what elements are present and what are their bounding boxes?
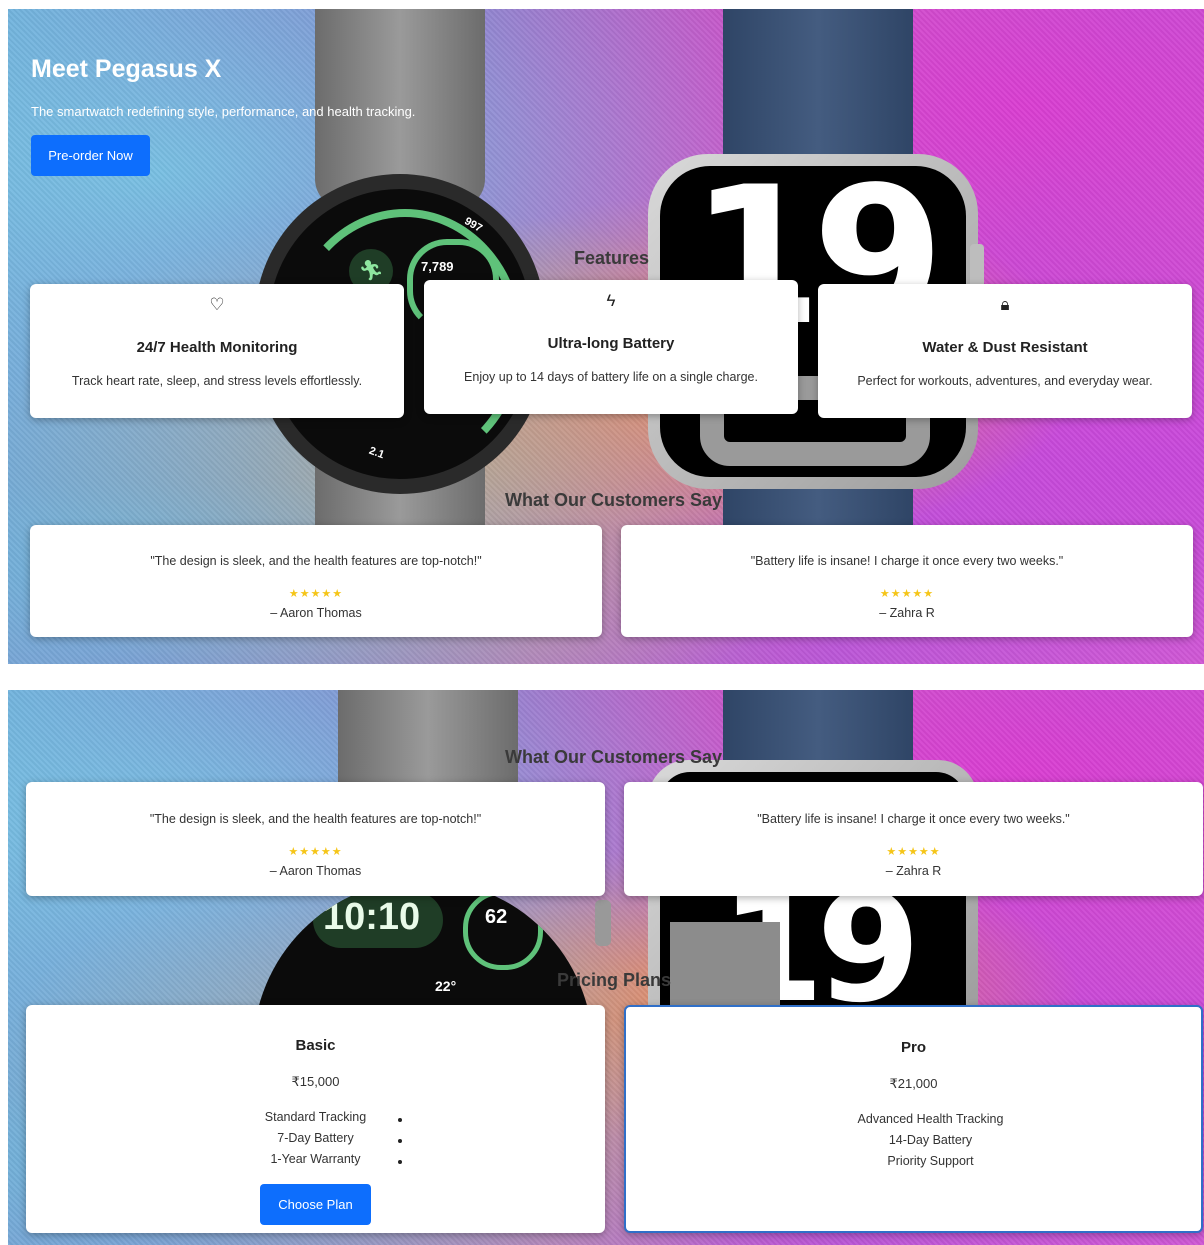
heart-icon: ♡ [209, 295, 225, 314]
square-watch-image: 19 [648, 9, 988, 549]
plan-card-pro: Pro ₹21,000 Advanced Health Tracking 14-… [398, 1005, 1203, 1233]
plan-feature: Priority Support [398, 1151, 1201, 1172]
star-rating: ★★★★★ [288, 588, 344, 600]
features-heading: Features [574, 248, 650, 268]
testimonials-heading: What Our Customers Say [505, 747, 723, 767]
testimonial-author: – Aaron Thomas [269, 864, 362, 878]
feature-text: Enjoy up to 14 days of battery life on a… [464, 370, 758, 384]
testimonial-author: – Aaron Thomas [270, 606, 362, 620]
feature-card: 🔒︎ Water & Dust Resistant Perfect for wo… [818, 284, 1192, 418]
pricing-panel: 10:10 62 22° 19 What Our Customers Say "… [8, 690, 1204, 1245]
plan-feature: 7-Day Battery [26, 1128, 605, 1149]
pricing-heading: Pricing Plans [557, 970, 672, 990]
plan-feature: Advanced Health Tracking [398, 1109, 1201, 1130]
digital-crown [970, 244, 984, 288]
feature-title: Ultra-long Battery [547, 335, 675, 352]
heart-rate-readout: 62 [485, 906, 508, 928]
feature-text: Perfect for workouts, adventures, and ev… [857, 374, 1153, 388]
testimonial-quote: "The design is sleek, and the health fea… [150, 554, 482, 568]
hero-panel: 7,789 997 2.1 🏃︎ 19 Meet Pegasus X The s… [8, 9, 1204, 664]
star-rating: ★★★★★ [886, 846, 941, 858]
feature-title: 24/7 Health Monitoring [136, 339, 298, 356]
plan-name: Pro [900, 1039, 926, 1056]
time-readout: 10:10 [323, 896, 421, 938]
choose-plan-button[interactable]: Choose Plan [260, 1184, 371, 1225]
heart-rate-ring [463, 890, 543, 970]
plan-feature: 1-Year Warranty [26, 1149, 605, 1170]
plan-price: ₹15,000 [291, 1074, 340, 1089]
lock-icon: 🔒︎ [1000, 295, 1010, 314]
star-rating: ★★★★★ [879, 588, 935, 600]
feature-card: ♡ 24/7 Health Monitoring Track heart rat… [30, 284, 404, 418]
testimonial-quote: "The design is sleek, and the health fea… [149, 812, 482, 826]
feature-card: ϟ Ultra-long Battery Enjoy up to 14 days… [424, 280, 798, 414]
plan-feature: Standard Tracking [26, 1107, 605, 1128]
hero-title: Meet Pegasus X [31, 55, 222, 83]
preorder-button[interactable]: Pre-order Now [31, 135, 150, 176]
plan-feature-list: Advanced Health Tracking 14-Day Battery … [398, 1109, 1201, 1172]
feature-title: Water & Dust Resistant [922, 339, 1088, 356]
testimonial-card: "The design is sleek, and the health fea… [30, 525, 602, 637]
testimonial-card: "Battery life is insane! I charge it onc… [621, 525, 1193, 637]
digital-crown [595, 900, 611, 946]
plan-feature: 14-Day Battery [398, 1130, 1201, 1151]
plan-price: ₹21,000 [889, 1076, 938, 1091]
testimonial-quote: "Battery life is insane! I charge it onc… [757, 812, 1070, 826]
testimonial-author: – Zahra R [879, 606, 935, 620]
plan-feature-list: Standard Tracking 7-Day Battery 1-Year W… [26, 1107, 605, 1170]
temp-readout: 22° [435, 978, 457, 994]
lightning-icon: ϟ [606, 291, 616, 310]
star-rating: ★★★★★ [288, 846, 343, 858]
plan-name: Basic [295, 1037, 336, 1054]
plan-card-basic: Basic ₹15,000 Standard Tracking 7-Day Ba… [26, 1005, 605, 1233]
testimonial-quote: "Battery life is insane! I charge it onc… [750, 554, 1064, 568]
testimonial-card: "Battery life is insane! I charge it onc… [624, 782, 1203, 896]
testimonials-heading: What Our Customers Say [505, 490, 723, 510]
testimonial-card: "The design is sleek, and the health fea… [26, 782, 605, 896]
testimonial-author: – Zahra R [885, 864, 942, 878]
hero-subtitle: The smartwatch redefining style, perform… [31, 104, 416, 119]
feature-text: Track heart rate, sleep, and stress leve… [71, 374, 363, 388]
